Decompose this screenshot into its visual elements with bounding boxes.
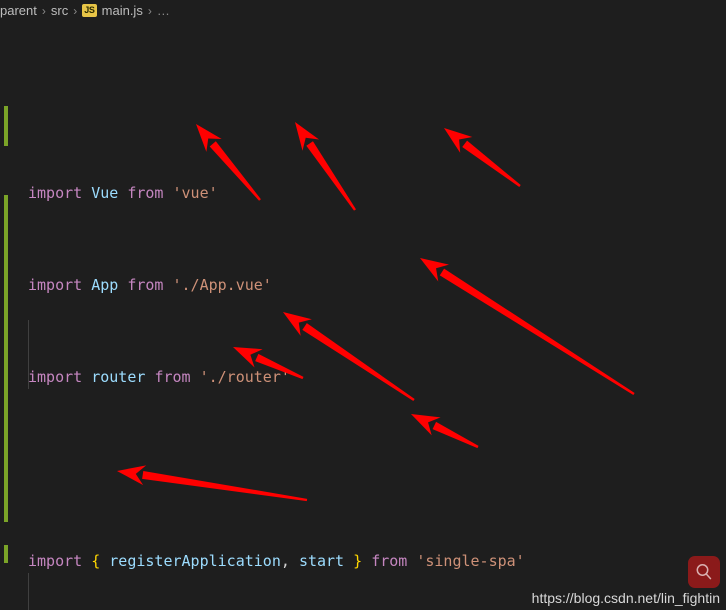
- editor-gutter: [0, 21, 14, 610]
- token-identifier: Vue: [91, 184, 119, 202]
- code-line[interactable]: import App from './App.vue': [14, 274, 726, 297]
- breadcrumb[interactable]: parent › src › JS main.js › …: [0, 0, 726, 21]
- chevron-right-icon: ›: [147, 3, 152, 18]
- token-string: './router': [199, 368, 290, 386]
- code-line-empty[interactable]: [14, 458, 726, 481]
- token-identifier: App: [91, 276, 119, 294]
- token-identifier: start: [298, 552, 345, 570]
- code-line[interactable]: import Vue from 'vue': [14, 182, 726, 205]
- code-content[interactable]: import Vue from 'vue' import App from '.…: [14, 21, 726, 610]
- breadcrumb-item-parent[interactable]: parent: [0, 3, 37, 18]
- chevron-right-icon: ›: [73, 3, 78, 18]
- token-string: 'vue': [172, 184, 218, 202]
- token-brace: }: [353, 552, 363, 570]
- breadcrumb-item-src[interactable]: src: [51, 3, 68, 18]
- git-change-bar: [4, 195, 8, 522]
- git-change-bar: [4, 106, 8, 146]
- watermark-url: https://blog.csdn.net/lin_fightin: [531, 590, 720, 606]
- vscode-editor-screenshot: parent › src › JS main.js › … import Vue…: [0, 0, 726, 610]
- token-string: './App.vue': [172, 276, 272, 294]
- search-icon: [688, 556, 720, 588]
- js-file-icon: JS: [82, 4, 97, 17]
- watermark: https://blog.csdn.net/lin_fightin: [532, 556, 720, 606]
- token-keyword: import: [28, 368, 83, 386]
- token-comma: ,: [280, 552, 290, 570]
- code-line[interactable]: import router from './router': [14, 366, 726, 389]
- token-keyword: import: [28, 276, 83, 294]
- code-editor[interactable]: import Vue from 'vue' import App from '.…: [0, 21, 726, 610]
- token-keyword: from: [371, 552, 408, 570]
- token-identifier: router: [91, 368, 146, 386]
- token-identifier: registerApplication: [109, 552, 281, 570]
- token-keyword: import: [28, 552, 83, 570]
- breadcrumb-overflow[interactable]: …: [157, 3, 171, 18]
- git-change-bar: [4, 545, 8, 563]
- chevron-right-icon: ›: [41, 3, 46, 18]
- breadcrumb-item-file[interactable]: main.js: [102, 3, 143, 18]
- token-keyword: import: [28, 184, 83, 202]
- token-keyword: from: [127, 184, 164, 202]
- token-keyword: from: [154, 368, 191, 386]
- token-brace: {: [91, 552, 101, 570]
- token-keyword: from: [127, 276, 164, 294]
- indent-guide: [28, 573, 29, 610]
- search-glyph: [696, 564, 712, 580]
- token-string: 'single-spa': [416, 552, 525, 570]
